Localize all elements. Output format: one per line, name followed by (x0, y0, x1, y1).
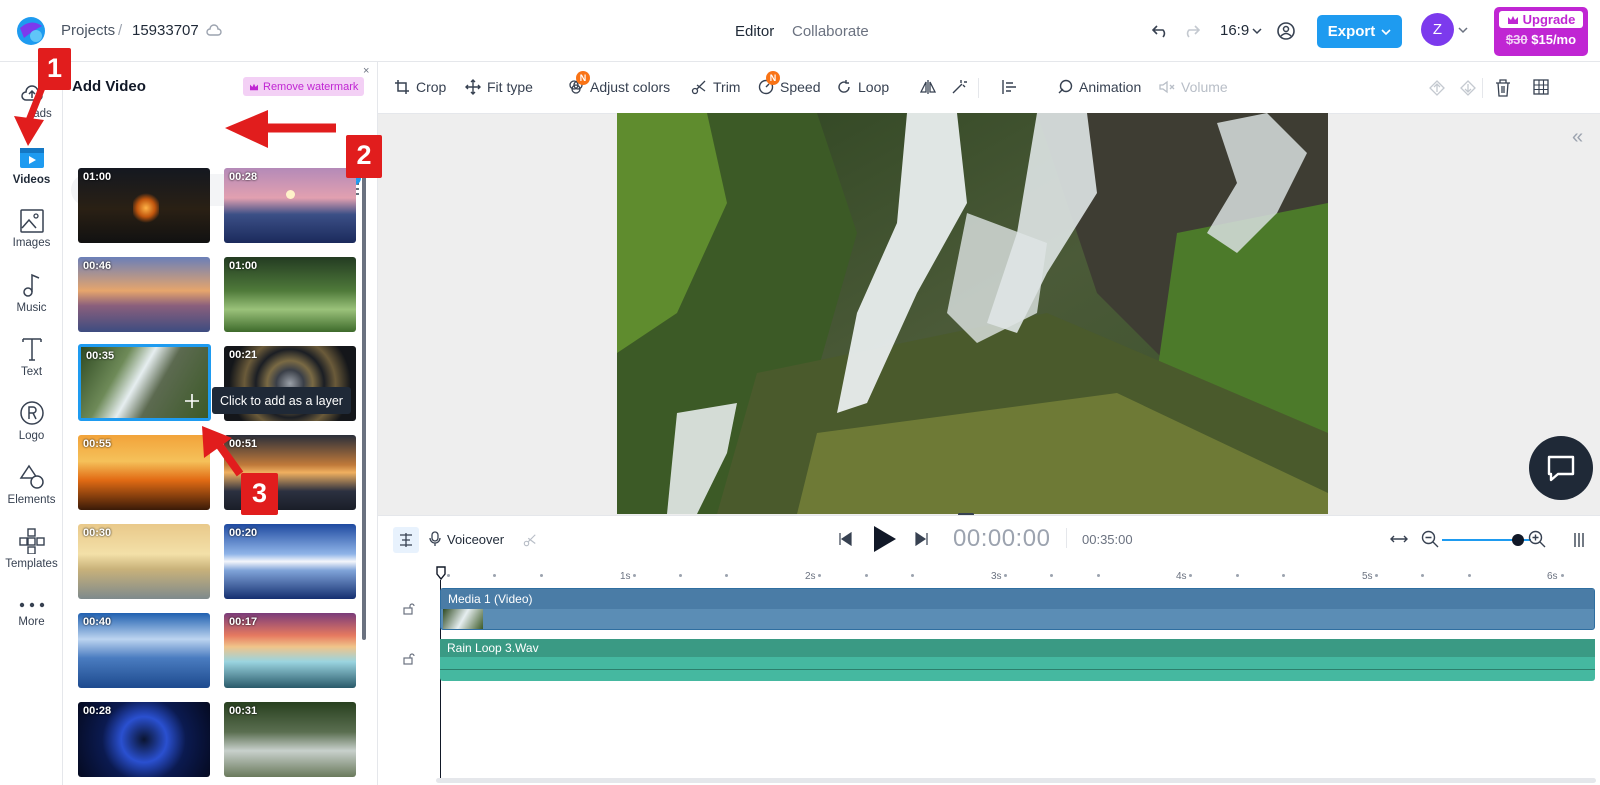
step-2-label: 2 (346, 135, 382, 178)
tutorial-arrows (14, 78, 336, 477)
step-1-label: 1 (38, 48, 71, 90)
step-3-label: 3 (241, 473, 278, 515)
